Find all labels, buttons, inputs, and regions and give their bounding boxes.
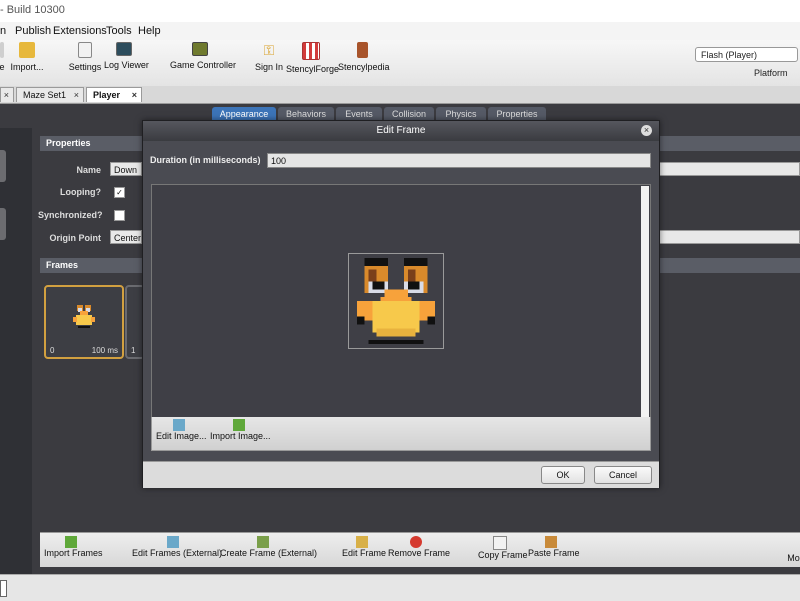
origin-point-label: Origin Point	[49, 233, 102, 243]
log-viewer-icon	[116, 42, 132, 56]
canvas-scrollbar[interactable]	[641, 186, 649, 417]
name-field[interactable]: Down	[110, 162, 142, 176]
menu-item-publish[interactable]: Publish	[15, 25, 51, 37]
tab-appearance[interactable]: Appearance	[212, 107, 276, 121]
close-icon[interactable]: ×	[4, 88, 9, 103]
menu-item-partial[interactable]: n	[0, 25, 6, 37]
game-controller-button[interactable]: Game Controller	[170, 42, 236, 70]
origin-point-extension	[658, 230, 800, 244]
tab-behaviors[interactable]: Behaviors	[278, 107, 334, 121]
looping-checkbox[interactable]: ✓	[114, 187, 125, 198]
stencylforge-button[interactable]: StencylForge	[286, 42, 339, 74]
name-label: Name	[76, 165, 101, 175]
menu-bar: n Publish Extensions Tools Help	[0, 22, 800, 40]
frames-header-extension	[658, 258, 800, 273]
left-panel-strip	[0, 128, 32, 578]
store-icon	[302, 42, 320, 60]
properties-header-extension	[658, 136, 800, 151]
key-icon: ⚿	[263, 42, 275, 58]
duck-thumbnail-icon	[73, 305, 95, 328]
import-button[interactable]: Import...	[8, 42, 46, 72]
dialog-footer: OK Cancel	[143, 461, 659, 488]
tab-maze-set1[interactable]: Maze Set1 ×	[16, 87, 84, 102]
create-frame-external-button[interactable]: Create Frame (External)	[220, 536, 317, 558]
close-icon[interactable]: ×	[641, 125, 652, 136]
close-icon[interactable]: ×	[132, 88, 137, 103]
partial-toolbar-button[interactable]: e	[0, 42, 6, 72]
paste-frame-button[interactable]: Paste Frame	[528, 536, 580, 558]
settings-button[interactable]: Settings	[68, 42, 102, 72]
menu-item-extensions[interactable]: Extensions	[53, 25, 107, 37]
menu-item-help[interactable]: Help	[138, 25, 161, 37]
copy-icon	[493, 536, 507, 550]
duration-input[interactable]: 100	[267, 153, 651, 168]
properties-header: Properties	[40, 136, 142, 151]
image-tools-bar: Edit Image... Import Image...	[151, 417, 651, 451]
main-toolbar: e Import... Settings Log Viewer Game Con…	[0, 40, 800, 87]
edit-frames-external-button[interactable]: Edit Frames (External)	[132, 536, 222, 558]
partial-icon	[0, 42, 4, 58]
stencylpedia-button[interactable]: Stencylpedia	[338, 42, 390, 72]
synchronized-checkbox[interactable]	[114, 210, 125, 221]
copy-frame-button[interactable]: Copy Frame	[478, 536, 528, 560]
tab-physics[interactable]: Physics	[436, 107, 486, 121]
menu-item-tools[interactable]: Tools	[106, 25, 132, 37]
frame-canvas	[151, 184, 651, 419]
looping-label: Looping?	[60, 187, 101, 197]
import-frames-button[interactable]: Import Frames	[44, 536, 103, 558]
edit-image-button[interactable]: Edit Image...	[156, 419, 207, 441]
edit-frame-button[interactable]: Edit Frame	[342, 536, 386, 558]
close-icon[interactable]: ×	[74, 88, 79, 103]
import-image-icon	[233, 419, 245, 431]
dialog-title-bar: Edit Frame ×	[143, 121, 659, 141]
tab-player[interactable]: Player ×	[86, 87, 142, 102]
duration-label: Duration (in milliseconds)	[150, 155, 261, 165]
document-tab-bar: × Maze Set1 × Player ×	[0, 86, 800, 104]
edit-frame-dialog: Edit Frame × Duration (in milliseconds) …	[142, 120, 660, 488]
frames-header: Frames	[40, 258, 142, 273]
log-viewer-button[interactable]: Log Viewer	[104, 42, 149, 70]
cancel-button[interactable]: Cancel	[594, 466, 652, 484]
create-frame-external-icon	[257, 536, 269, 548]
duck-sprite-icon	[356, 257, 436, 345]
status-widget[interactable]	[0, 580, 7, 597]
left-panel-button[interactable]	[0, 208, 6, 240]
paste-icon	[545, 536, 557, 548]
more-button[interactable]: Mo	[787, 553, 800, 563]
ok-button[interactable]: OK	[541, 466, 585, 484]
import-image-button[interactable]: Import Image...	[210, 419, 271, 441]
frame-thumbnail[interactable]: 0 100 ms	[44, 285, 124, 359]
game-controller-icon	[192, 42, 208, 56]
tab-partial[interactable]: ×	[0, 87, 14, 102]
dialog-title: Edit Frame	[376, 125, 426, 136]
tab-properties[interactable]: Properties	[488, 107, 546, 121]
name-field-extension	[658, 162, 800, 176]
pencil-icon	[356, 536, 368, 548]
import-frames-icon	[65, 536, 77, 548]
frame-index: 1	[131, 346, 136, 355]
platform-select[interactable]: Flash (Player)	[695, 47, 798, 62]
book-icon	[356, 42, 368, 58]
sign-in-button[interactable]: ⚿ Sign In	[255, 42, 283, 72]
import-icon	[19, 42, 35, 58]
remove-frame-button[interactable]: Remove Frame	[388, 536, 450, 558]
left-panel-button[interactable]	[0, 150, 6, 182]
edit-frames-external-icon	[167, 536, 179, 548]
synchronized-label: Synchronized?	[38, 210, 103, 220]
settings-icon	[78, 42, 92, 58]
remove-icon	[410, 536, 422, 548]
origin-point-select[interactable]: Center	[110, 230, 142, 244]
window-title: - Build 10300	[0, 4, 65, 16]
frames-toolbar: Import Frames Edit Frames (External) Cre…	[40, 532, 800, 567]
title-bar: - Build 10300	[0, 0, 800, 22]
status-bar	[0, 574, 800, 601]
tab-collision[interactable]: Collision	[384, 107, 434, 121]
platform-label: Platform	[754, 68, 788, 78]
frame-image	[348, 253, 444, 349]
tab-events[interactable]: Events	[336, 107, 382, 121]
edit-image-icon	[173, 419, 185, 431]
frame-index: 0	[50, 346, 55, 355]
frame-duration: 100 ms	[91, 346, 118, 355]
